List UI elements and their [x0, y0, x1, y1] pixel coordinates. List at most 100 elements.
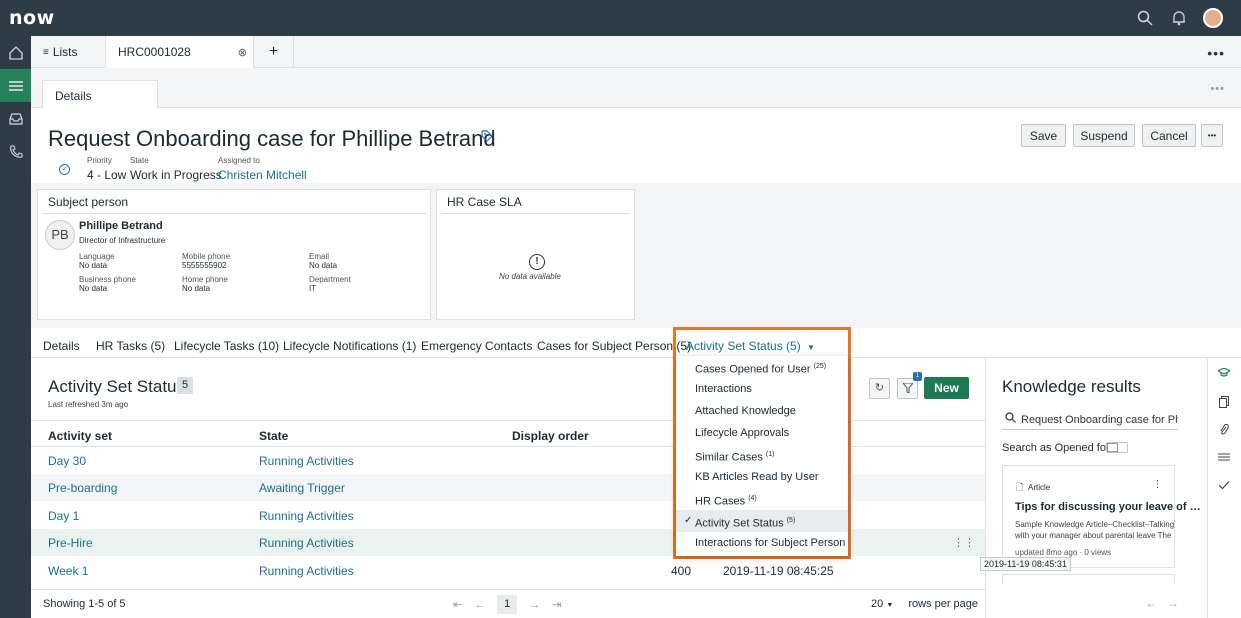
tab-lists[interactable]: ≡ Lists [31, 36, 106, 68]
state-link[interactable]: Running Activities [259, 536, 354, 550]
field-language: Language No data [79, 252, 115, 270]
menu-item-interactions[interactable]: Interactions [676, 378, 848, 400]
copy-icon[interactable] [1217, 396, 1231, 410]
tab-hr-tasks[interactable]: HR Tasks (5) [96, 339, 165, 353]
inbox-icon[interactable] [0, 102, 31, 135]
search-as-opened-for-label: Search as Opened for [1002, 442, 1110, 454]
subject-name[interactable]: Phillipe Betrand [79, 220, 163, 232]
activity-set-link[interactable]: Pre-boarding [48, 481, 117, 495]
graduation-cap-icon[interactable] [1216, 367, 1232, 382]
menu-item-label: Interactions for Subject Person [695, 537, 846, 549]
state-link[interactable]: Running Activities [259, 564, 354, 578]
current-page[interactable]: 1 [497, 595, 518, 614]
bell-icon[interactable] [1169, 8, 1189, 28]
table-row[interactable]: Week 1 Running Activities 400 2019-11-19… [31, 557, 985, 584]
last-page-icon[interactable]: ⇥ [552, 598, 561, 611]
search-icon[interactable] [1135, 8, 1155, 28]
tab-lifecycle-notifications[interactable]: Lifecycle Notifications (1) [283, 339, 416, 353]
tab-lists-label: Lists [52, 45, 78, 59]
more-options-icon[interactable]: ••• [1207, 45, 1225, 61]
subtab-details[interactable]: Details [42, 80, 158, 109]
activity-set-link[interactable]: Day 30 [48, 454, 86, 468]
knowledge-search-value: Request Onboarding case for Phillipe Bet… [1021, 414, 1178, 426]
state-link[interactable]: Running Activities [259, 509, 354, 523]
state-link[interactable]: Running Activities [259, 454, 354, 468]
drag-handle-icon[interactable]: ⋮⋮ [953, 536, 975, 549]
tab-details[interactable]: Details [43, 339, 80, 353]
attachment-icon[interactable] [1217, 423, 1231, 438]
knowledge-search-input[interactable]: Request Onboarding case for Phillipe Bet… [1002, 410, 1178, 430]
list-lines-icon[interactable] [1217, 452, 1231, 466]
tab-case[interactable]: HRC0001028 ⊗ [106, 36, 254, 68]
next-page-icon[interactable]: → [529, 599, 540, 611]
article-title[interactable]: Tips for discussing your leave of … [1015, 501, 1201, 513]
menu-item-cases-opened-for-user[interactable]: Cases Opened for User (25) [676, 356, 848, 378]
column-activity-set[interactable]: Activity set [48, 429, 112, 443]
save-button[interactable]: Save [1021, 124, 1066, 147]
knowledge-nav: ←→ [1145, 596, 1189, 610]
servicenow-logo[interactable]: now [9, 7, 55, 29]
checkmark-icon[interactable] [1217, 480, 1231, 494]
list-icon[interactable] [0, 69, 31, 102]
count-badge: 5 [177, 377, 193, 394]
home-icon[interactable] [0, 36, 31, 69]
phone-icon[interactable] [0, 135, 31, 168]
knowledge-article-card-partial[interactable] [1002, 574, 1175, 584]
close-icon[interactable]: ⊗ [238, 46, 247, 59]
hr-case-sla-card: HR Case SLA ! No data available [436, 189, 635, 320]
refresh-icon[interactable]: ↻ [869, 378, 890, 399]
new-button[interactable]: New [924, 377, 969, 399]
field-value: No data [79, 261, 108, 270]
add-tab-button[interactable]: + [254, 36, 294, 68]
menu-item-lifecycle-approvals[interactable]: Lifecycle Approvals [676, 422, 848, 444]
tag-icon[interactable] [481, 130, 493, 145]
state-link[interactable]: Awaiting Trigger [259, 481, 345, 495]
assigned-value-link[interactable]: Christen Mitchell [218, 168, 307, 182]
menu-item-similar-cases[interactable]: Similar Cases (1) [676, 444, 848, 466]
field-email: Email No data [309, 252, 337, 270]
priority-value: 4 - Low [87, 168, 127, 182]
rows-per-page-select[interactable]: 20 ▼ [871, 598, 896, 610]
subject-role: Director of Infrastructure [79, 236, 166, 245]
activity-set-link[interactable]: Pre-Hire [48, 536, 93, 550]
suspend-button[interactable]: Suspend [1073, 124, 1135, 147]
more-actions-button[interactable]: ••• [1201, 124, 1223, 147]
next-icon[interactable]: → [1167, 596, 1189, 610]
field-label: Mobile phone [182, 252, 231, 261]
knowledge-article-card[interactable]: 🗋 Article ⋮ Tips for discussing your lea… [1002, 465, 1201, 568]
more-options-icon[interactable]: ••• [1210, 83, 1225, 95]
menu-item-activity-set-status[interactable]: ✓ Activity Set Status (5) [676, 510, 848, 532]
menu-item-label: Attached Knowledge [695, 405, 796, 417]
tab-emergency-contacts[interactable]: Emergency Contacts [421, 339, 532, 353]
tab-activity-set-status[interactable]: Activity Set Status (5) ▼ [686, 339, 815, 353]
more-vertical-icon[interactable]: ⋮ [1153, 479, 1162, 490]
field-value: IT [309, 284, 317, 293]
document-icon: 🗋 [1016, 482, 1024, 492]
user-avatar-icon[interactable] [1203, 8, 1223, 28]
state-field: State Work in Progress [130, 156, 222, 182]
first-page-icon[interactable]: ⇤ [453, 598, 462, 611]
field-label: Home phone [182, 275, 228, 284]
search-as-opened-for-toggle[interactable] [1106, 442, 1128, 453]
right-rail [1207, 358, 1241, 618]
tab-lifecycle-tasks[interactable]: Lifecycle Tasks (10) [174, 339, 279, 353]
column-state[interactable]: State [259, 429, 288, 443]
column-display-order[interactable]: Display order [512, 429, 589, 443]
list-icon: ≡ [43, 46, 49, 58]
priority-label: Priority [87, 156, 112, 165]
tab-cases-for-subject-person[interactable]: Cases for Subject Person (5) [537, 339, 691, 353]
menu-item-hr-cases[interactable]: HR Cases (4) [676, 488, 848, 510]
activity-set-link[interactable]: Day 1 [48, 509, 79, 523]
menu-item-label: Similar Cases [695, 451, 763, 464]
top-icons [1135, 8, 1223, 28]
previous-page-icon[interactable]: ← [474, 599, 485, 611]
record-header: Request Onboarding case for Phillipe Bet… [31, 108, 1241, 186]
menu-item-interactions-for-subject-person[interactable]: Interactions for Subject Person [676, 532, 848, 554]
knowledge-panel: Knowledge results Request Onboarding cas… [985, 358, 1207, 618]
activity-set-link[interactable]: Week 1 [48, 564, 88, 578]
cancel-button[interactable]: Cancel [1142, 124, 1196, 147]
menu-item-attached-knowledge[interactable]: Attached Knowledge [676, 400, 848, 422]
filter-icon[interactable]: 1 [897, 372, 922, 399]
menu-item-kb-articles-read[interactable]: KB Articles Read by User [676, 466, 848, 488]
previous-icon[interactable]: ← [1145, 596, 1167, 610]
